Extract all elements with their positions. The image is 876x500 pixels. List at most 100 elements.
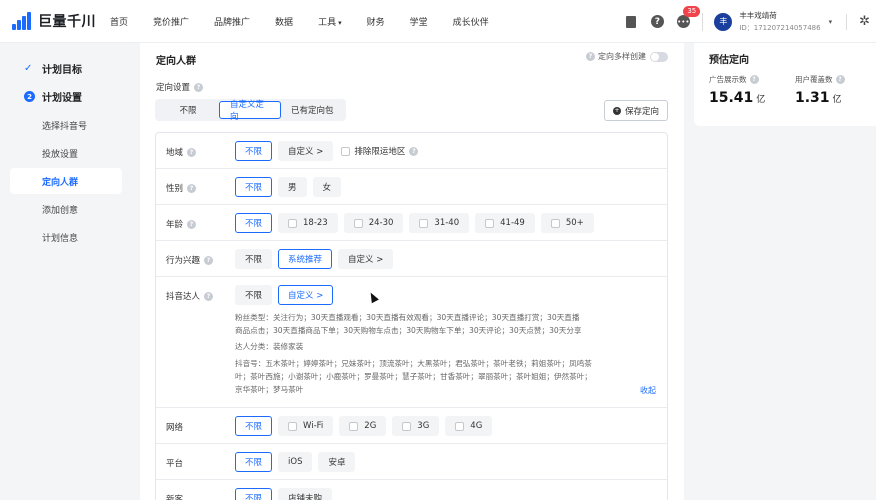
nav-finance[interactable]: 财务: [367, 15, 385, 28]
age-option-18-23[interactable]: 18-23: [278, 213, 338, 233]
network-option-wifi[interactable]: Wi-Fi: [278, 416, 334, 436]
age-option-41-49[interactable]: 41-49: [475, 213, 535, 233]
nav-brand[interactable]: 品牌推广: [214, 15, 250, 28]
checkbox-icon: [288, 218, 298, 228]
brand-name: 巨量千川: [38, 14, 96, 30]
tab-custom[interactable]: 自定义定向: [219, 100, 281, 122]
nav-tools[interactable]: 工具 ▾: [318, 15, 342, 28]
newcomer-options: 不限 店铺未购: [235, 488, 338, 500]
document-button[interactable]: [624, 15, 638, 29]
douyin-option-unlimited[interactable]: 不限: [235, 285, 273, 305]
network-option-unlimited[interactable]: 不限: [235, 416, 273, 436]
sidebar: ✓ 计划目标 2 计划设置 选择抖音号 投放设置 定向人群 添加创意 计划信息: [0, 43, 140, 500]
document-icon: [626, 15, 637, 28]
interest-option-system[interactable]: 系统推荐: [278, 249, 333, 269]
ad-impressions-value: 15.41 亿: [709, 90, 765, 106]
gender-option-unlimited[interactable]: 不限: [235, 177, 273, 197]
nav-data[interactable]: 数据: [275, 15, 293, 28]
age-option-50plus[interactable]: 50+: [540, 213, 594, 233]
row-label-text: 年龄: [166, 220, 184, 230]
multi-create-toggle-group: ? 定向多样创建: [586, 51, 668, 62]
age-option-24-30[interactable]: 24-30: [343, 213, 404, 233]
newcomer-option-not-purchased[interactable]: 店铺未购: [278, 488, 333, 500]
user-name: 丰丰戏靖荷: [739, 11, 777, 20]
multi-create-toggle[interactable]: [650, 51, 668, 62]
row-label: 地域?: [166, 146, 197, 158]
nav-tools-label: 工具: [318, 17, 337, 28]
accounts-line: 抖音号：五木茶叶；婷婷茶叶；兄妹茶叶；顶流茶叶；大黑茶叶；君弘茶叶；茶叶老铁；莉…: [235, 359, 592, 368]
row-label: 性别?: [166, 182, 197, 194]
question-icon: ?: [204, 291, 214, 301]
question-icon: ?: [409, 146, 419, 156]
row-interest: 行为兴趣? 不限 系统推荐 自定义 >: [156, 241, 667, 277]
check-icon: ✓: [24, 63, 33, 74]
nav-academy[interactable]: 学堂: [410, 15, 428, 28]
age-options: 不限 18-23 24-30 31-40 41-49 50+: [235, 213, 600, 233]
platform-option-ios[interactable]: iOS: [278, 452, 313, 472]
network-option-3g[interactable]: 3G: [392, 416, 440, 436]
platform-option-android[interactable]: 安卓: [318, 452, 356, 472]
network-option-label: 2G: [364, 421, 377, 431]
row-label-text: 网络: [166, 423, 184, 433]
divider: [702, 12, 704, 31]
step-number-icon: 2: [24, 91, 35, 102]
question-icon: ?: [204, 255, 214, 265]
user-info[interactable]: 丰丰戏靖荷 ID：1712072140574​86: [739, 10, 820, 33]
collapse-link[interactable]: 收起: [640, 385, 656, 396]
platform-option-unlimited[interactable]: 不限: [235, 452, 273, 472]
checkbox-icon: [288, 421, 298, 431]
network-option-4g[interactable]: 4G: [445, 416, 493, 436]
checkbox-icon: [402, 421, 412, 431]
message-button[interactable]: ••• 35: [676, 5, 701, 29]
step-plan-settings[interactable]: 2 计划设置: [24, 89, 82, 104]
sidebar-item-targeting[interactable]: 定向人群: [10, 168, 122, 194]
interest-option-custom[interactable]: 自定义 >: [338, 249, 394, 269]
ad-impressions: 广告展示数? 15.41 亿: [709, 74, 765, 106]
direction-label: 定向设置 ?: [156, 81, 204, 93]
tab-unlimited[interactable]: 不限: [157, 101, 219, 119]
sidebar-item-plan-info[interactable]: 计划信息: [10, 224, 122, 250]
region-option-unlimited[interactable]: 不限: [235, 141, 273, 161]
help-icon: ?: [650, 15, 664, 28]
ad-impressions-label-text: 广告展示数: [709, 75, 747, 84]
region-options: 不限 自定义 > 排除限运地区?: [235, 141, 419, 161]
row-label: 平台: [166, 457, 183, 469]
chevron-down-icon[interactable]: ▾: [829, 18, 833, 26]
nav-home[interactable]: 首页: [110, 15, 128, 28]
main-nav: 首页 竞价推广 品牌推广 数据 工具 ▾ 财务 学堂 成长伙伴: [110, 15, 514, 28]
direction-label-text: 定向设置: [156, 83, 191, 93]
interest-option-unlimited[interactable]: 不限: [235, 249, 273, 269]
brand-logo[interactable]: 巨量千川: [12, 11, 102, 31]
plus-icon: +: [612, 106, 621, 115]
age-option-31-40[interactable]: 31-40: [409, 213, 470, 233]
logo-icon: [12, 12, 34, 30]
sidebar-item-douyin-account[interactable]: 选择抖音号: [10, 112, 122, 138]
tab-existing-package[interactable]: 已有定向包: [281, 101, 344, 119]
row-platform: 平台 不限 iOS 安卓: [156, 444, 667, 480]
exclude-restricted-checkbox[interactable]: 排除限运地区?: [341, 145, 419, 157]
avatar[interactable]: 丰: [714, 12, 733, 31]
age-option-label: 18-23: [303, 218, 328, 228]
save-targeting-button[interactable]: + 保存定向: [603, 100, 668, 121]
help-button[interactable]: ?: [650, 15, 664, 29]
step-plan-goal[interactable]: ✓ 计划目标: [24, 61, 82, 76]
gender-option-male[interactable]: 男: [278, 177, 307, 197]
row-label: 网络: [166, 421, 183, 433]
network-option-2g[interactable]: 2G: [339, 416, 387, 436]
header-actions: ? ••• 35 丰 丰丰戏靖荷 ID：1712072140574​86 ▾ ✲: [624, 0, 876, 43]
gear-icon[interactable]: ✲: [859, 14, 870, 29]
sidebar-item-creative[interactable]: 添加创意: [10, 196, 122, 222]
nav-partner[interactable]: 成长伙伴: [453, 15, 489, 28]
checkbox-icon: [349, 421, 359, 431]
ad-impressions-number: 15.41: [709, 90, 754, 106]
targeting-table: 地域? 不限 自定义 > 排除限运地区? 性别? 不限 男 女 年龄? 不限 1…: [155, 132, 668, 500]
row-label-text: 地域: [166, 148, 184, 158]
region-option-custom[interactable]: 自定义 >: [278, 141, 334, 161]
gender-option-female[interactable]: 女: [312, 177, 342, 197]
sidebar-item-delivery[interactable]: 投放设置: [10, 140, 122, 166]
nav-bidding[interactable]: 竞价推广: [153, 15, 189, 28]
douyin-option-custom[interactable]: 自定义 >: [278, 285, 334, 305]
newcomer-option-unlimited[interactable]: 不限: [235, 488, 273, 500]
age-option-unlimited[interactable]: 不限: [235, 213, 273, 233]
row-label-text: 行为兴趣: [166, 256, 201, 266]
